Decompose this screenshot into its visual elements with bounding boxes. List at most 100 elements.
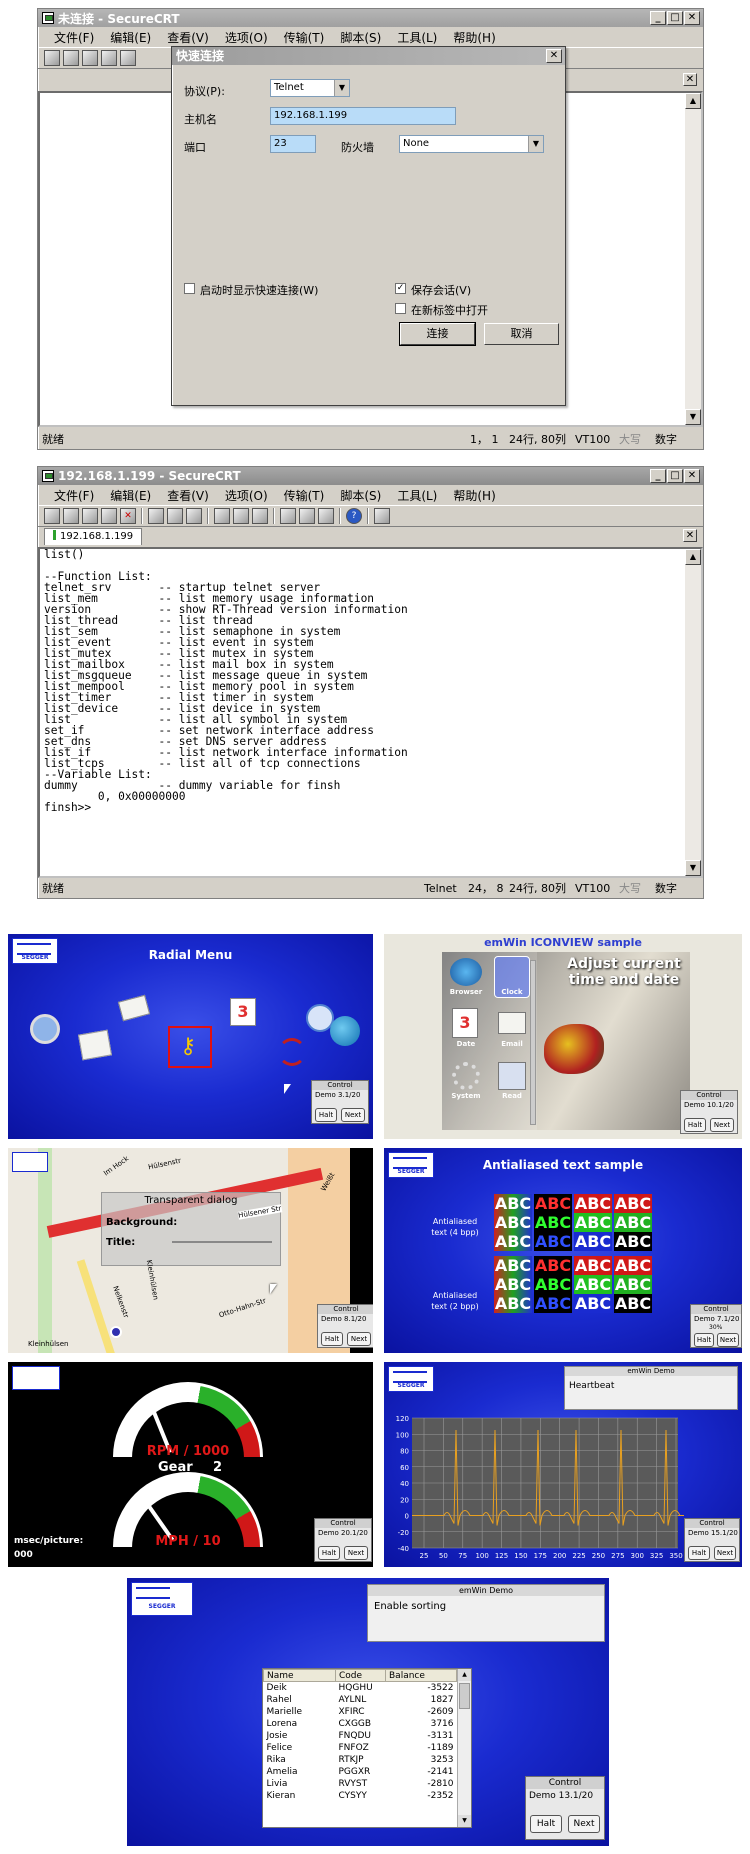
port-input[interactable]: 23 xyxy=(270,135,316,153)
scroll-up-arrow[interactable]: ▲ xyxy=(458,1669,471,1681)
next-button[interactable]: Next xyxy=(347,1332,371,1346)
table-row[interactable]: Livia RVYST -2810 xyxy=(264,1778,457,1790)
calendar-icon[interactable]: 3 xyxy=(230,998,256,1026)
menu-edit[interactable]: 编辑(E) xyxy=(102,29,159,46)
menu-help[interactable]: 帮助(H) xyxy=(445,487,503,504)
open-in-tab-checkbox[interactable] xyxy=(395,303,406,314)
menu-help[interactable]: 帮助(H) xyxy=(445,29,503,46)
menu-options[interactable]: 选项(O) xyxy=(217,487,276,504)
table-row[interactable]: Kieran CYSYY -2352 xyxy=(264,1790,457,1802)
disconnect-icon[interactable] xyxy=(120,50,136,66)
host-input[interactable]: 192.168.1.199 xyxy=(270,107,456,125)
next-button[interactable]: Next xyxy=(714,1546,736,1560)
menu-options[interactable]: 选项(O) xyxy=(217,29,276,46)
connect-icon[interactable] xyxy=(44,50,60,66)
paste-icon[interactable] xyxy=(167,508,183,524)
reconnect-icon[interactable] xyxy=(101,508,117,524)
table-row[interactable]: Lorena CXGGB 3716 xyxy=(264,1718,457,1730)
menu-transfer[interactable]: 传输(T) xyxy=(276,487,333,504)
table-row[interactable]: Rika RTKJP 3253 xyxy=(264,1754,457,1766)
halt-button[interactable]: Halt xyxy=(321,1332,343,1346)
connect-button[interactable]: 连接 xyxy=(399,322,476,346)
mail-icon[interactable] xyxy=(117,994,151,1022)
connect-in-tab-icon[interactable] xyxy=(82,508,98,524)
halt-button[interactable]: Halt xyxy=(315,1108,337,1122)
menu-transfer[interactable]: 传输(T) xyxy=(276,29,333,46)
menu-tools[interactable]: 工具(L) xyxy=(389,29,445,46)
magnifier-icon[interactable] xyxy=(30,1014,60,1044)
menu-edit[interactable]: 编辑(E) xyxy=(102,487,159,504)
copy-icon[interactable] xyxy=(148,508,164,524)
scroll-down-arrow[interactable]: ▼ xyxy=(685,860,701,876)
scroll-up-arrow[interactable]: ▲ xyxy=(685,93,701,109)
find-icon[interactable] xyxy=(186,508,202,524)
keymap-icon[interactable] xyxy=(318,508,334,524)
scroll-up-arrow[interactable]: ▲ xyxy=(685,549,701,565)
close-tab-icon[interactable]: ✕ xyxy=(683,529,697,542)
listview-scrollbar[interactable]: ▲ ▼ xyxy=(457,1669,471,1827)
disconnect-icon[interactable]: ✕ xyxy=(120,508,136,524)
column-header-code[interactable]: Code xyxy=(335,1669,386,1682)
column-header-name[interactable]: Name xyxy=(263,1669,336,1682)
reconnect-icon[interactable] xyxy=(101,50,117,66)
global-options-icon[interactable] xyxy=(299,508,315,524)
maximize-button[interactable]: □ xyxy=(667,469,683,483)
vertical-scrollbar[interactable]: ▲ ▼ xyxy=(685,549,701,876)
halt-button[interactable]: Halt xyxy=(318,1546,340,1560)
menu-file[interactable]: 文件(F) xyxy=(46,29,102,46)
save-session-checkbox[interactable]: ✓ xyxy=(395,283,406,294)
icon-list[interactable]: Browser Clock 3 Date Email System Read xyxy=(442,952,537,1130)
close-button[interactable]: ✕ xyxy=(684,11,700,25)
minimize-button[interactable]: _ xyxy=(650,469,666,483)
scroll-thumb[interactable] xyxy=(459,1683,470,1709)
next-button[interactable]: Next xyxy=(341,1108,365,1122)
table-row[interactable]: Deik HQGHU -3522 xyxy=(264,1682,457,1694)
email-icon[interactable] xyxy=(498,1012,526,1034)
quick-connect-icon[interactable] xyxy=(63,50,79,66)
connect-icon[interactable] xyxy=(44,508,60,524)
column-header-balance[interactable]: Balance xyxy=(385,1669,457,1682)
maximize-button[interactable]: □ xyxy=(667,11,683,25)
globe-icon[interactable] xyxy=(330,1016,360,1046)
scroll-down-arrow[interactable]: ▼ xyxy=(458,1815,471,1827)
terminal-area[interactable]: list() --Function List: telnet_srv -- st… xyxy=(38,547,703,878)
table-row[interactable]: Josie FNQDU -3131 xyxy=(264,1730,457,1742)
scroll-down-arrow[interactable]: ▼ xyxy=(685,409,701,425)
date-icon[interactable]: 3 xyxy=(452,1008,478,1038)
menu-file[interactable]: 文件(F) xyxy=(46,487,102,504)
connect-in-tab-icon[interactable] xyxy=(82,50,98,66)
system-icon[interactable] xyxy=(452,1062,480,1090)
close-tab-icon[interactable]: ✕ xyxy=(683,73,697,86)
read-icon[interactable] xyxy=(498,1062,526,1090)
close-button[interactable]: ✕ xyxy=(684,469,700,483)
next-button[interactable]: Next xyxy=(710,1118,734,1132)
browser-icon[interactable] xyxy=(450,958,482,986)
menu-view[interactable]: 查看(V) xyxy=(159,29,217,46)
halt-button[interactable]: Halt xyxy=(688,1546,710,1560)
transparency-slider[interactable] xyxy=(172,1241,272,1243)
firewall-select[interactable]: None ▼ xyxy=(399,135,544,153)
menu-tools[interactable]: 工具(L) xyxy=(389,487,445,504)
print-icon[interactable] xyxy=(214,508,230,524)
session-tab[interactable]: 192.168.1.199 xyxy=(44,528,143,545)
table-row[interactable]: Amelia PGGXR -2141 xyxy=(264,1766,457,1778)
listview[interactable]: Name Code Balance Deik HQGHU -3522 Rahel AYL… xyxy=(262,1668,472,1828)
halt-button[interactable]: Halt xyxy=(684,1118,706,1132)
print-selection-icon[interactable] xyxy=(233,508,249,524)
next-button[interactable]: Next xyxy=(717,1333,739,1347)
menu-script[interactable]: 脚本(S) xyxy=(332,29,389,46)
table-row[interactable]: Felice FNFOZ -1189 xyxy=(264,1742,457,1754)
dialog-close-button[interactable]: ✕ xyxy=(546,49,562,63)
menu-script[interactable]: 脚本(S) xyxy=(332,487,389,504)
key-icon[interactable]: ⚷ xyxy=(180,1034,202,1060)
antenna-icon[interactable] xyxy=(278,1038,306,1066)
next-button[interactable]: Next xyxy=(344,1546,368,1560)
protocol-select[interactable]: Telnet ▼ xyxy=(270,79,350,97)
printer-icon[interactable] xyxy=(252,508,268,524)
table-row[interactable]: Marielle XFIRC -2609 xyxy=(264,1706,457,1718)
help-icon[interactable]: ? xyxy=(346,508,362,524)
table-row[interactable]: Rahel AYLNL 1827 xyxy=(264,1694,457,1706)
edit-icon[interactable] xyxy=(77,1029,113,1061)
show-on-start-checkbox[interactable] xyxy=(184,283,195,294)
sftp-icon[interactable] xyxy=(374,508,390,524)
